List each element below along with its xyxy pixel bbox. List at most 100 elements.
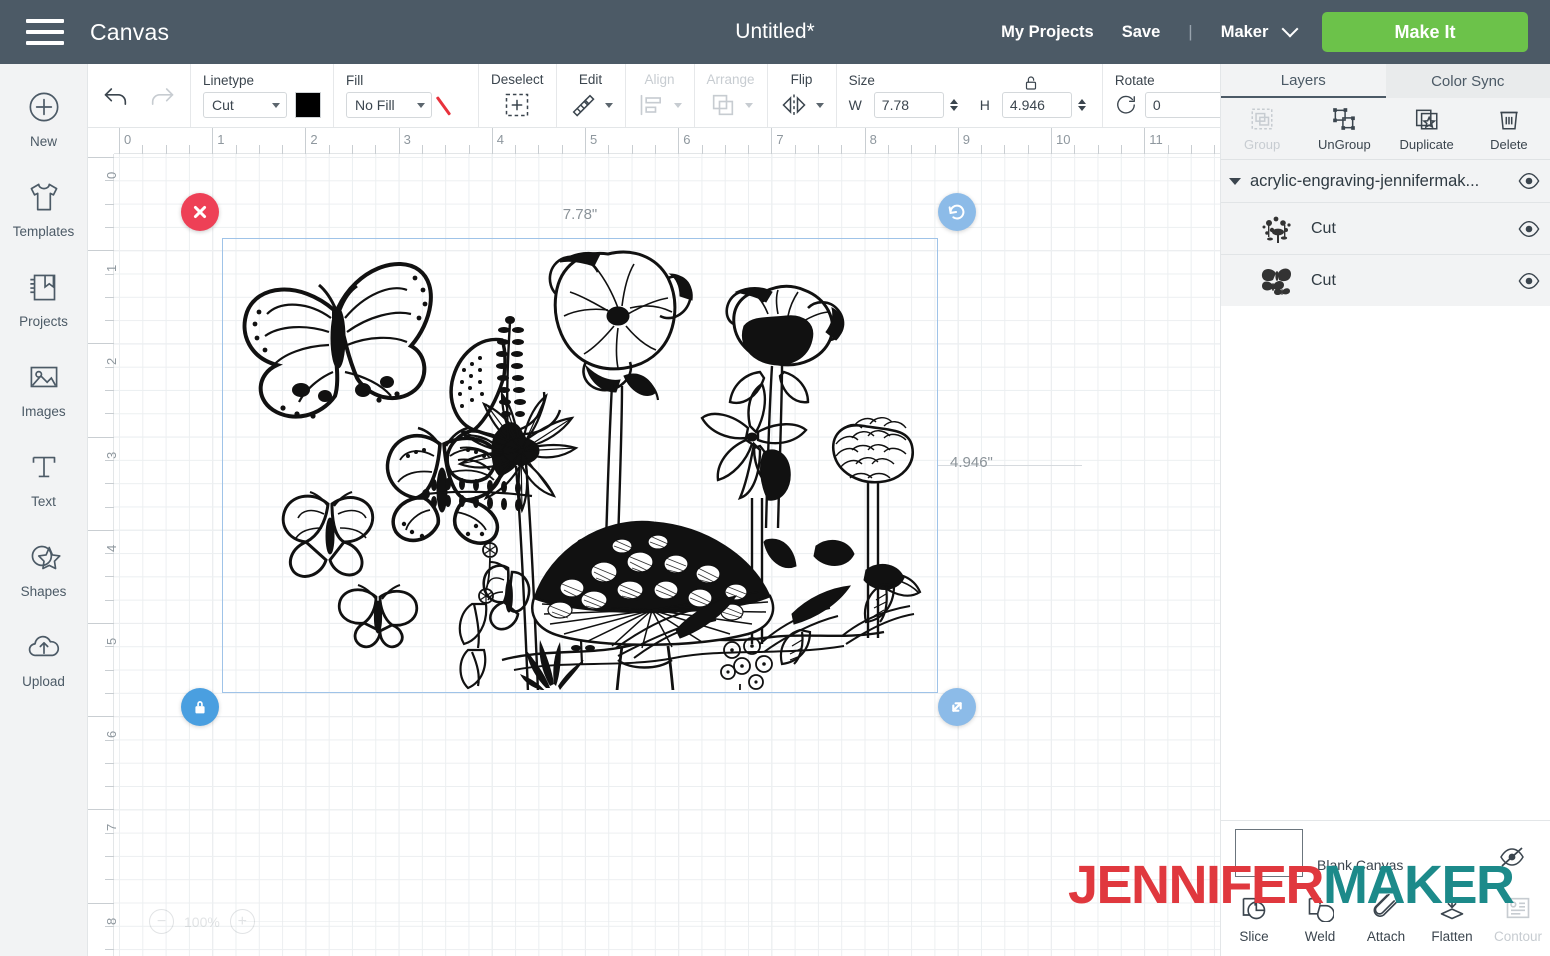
slice-label: Slice bbox=[1239, 929, 1269, 944]
ruler-major-tick bbox=[1051, 128, 1052, 154]
chevron-down-icon[interactable] bbox=[815, 102, 824, 108]
make-it-button[interactable]: Make It bbox=[1322, 12, 1528, 52]
fill-select[interactable]: No Fill bbox=[346, 92, 432, 118]
blank-canvas-thumbnail[interactable] bbox=[1235, 829, 1303, 877]
picture-icon bbox=[23, 356, 65, 398]
ruler-label: 4 bbox=[104, 544, 119, 552]
eye-icon[interactable] bbox=[1518, 272, 1540, 289]
contour-button[interactable]: Contour bbox=[1485, 880, 1550, 950]
deselect-icon[interactable] bbox=[503, 91, 531, 119]
attach-button[interactable]: Attach bbox=[1353, 880, 1419, 950]
height-stepper[interactable] bbox=[1077, 99, 1090, 111]
sidebar-item-images[interactable]: Images bbox=[0, 356, 88, 446]
linetype-select[interactable]: Cut bbox=[203, 92, 287, 118]
header-actions: My Projects Save | Maker Make It bbox=[987, 12, 1550, 52]
flatten-icon bbox=[1438, 894, 1466, 922]
rotate-input[interactable] bbox=[1144, 92, 1231, 118]
tab-layers[interactable]: Layers bbox=[1221, 64, 1386, 98]
ruler-label: 0 bbox=[104, 171, 119, 179]
size-label: Size bbox=[848, 73, 875, 88]
ruler-minor-tick bbox=[911, 145, 913, 154]
undo-icon[interactable] bbox=[102, 82, 130, 110]
ruler-minor-tick bbox=[105, 786, 114, 788]
tab-color-sync[interactable]: Color Sync bbox=[1385, 64, 1550, 98]
weld-button[interactable]: Weld bbox=[1287, 880, 1353, 950]
sidebar-item-label: Projects bbox=[19, 314, 68, 329]
linetype-label: Linetype bbox=[203, 73, 255, 88]
ruler-minor-tick bbox=[375, 145, 377, 154]
sidebar-item-shapes[interactable]: Shapes bbox=[0, 536, 88, 626]
ruler-label: 1 bbox=[217, 132, 225, 147]
width-input[interactable] bbox=[873, 92, 944, 118]
plus-circle-icon[interactable]: + bbox=[229, 909, 255, 934]
resize-handle[interactable] bbox=[938, 688, 976, 726]
ruler-minor-tick bbox=[421, 145, 423, 154]
eye-off-icon[interactable] bbox=[1499, 847, 1525, 867]
ruler-minor-tick bbox=[1027, 145, 1029, 154]
ruler-major-tick bbox=[678, 128, 680, 154]
duplicate-button[interactable]: Duplicate bbox=[1386, 98, 1468, 159]
tshirt-icon bbox=[23, 176, 65, 218]
group-button[interactable]: Group bbox=[1221, 98, 1303, 159]
sidebar-item-templates[interactable]: Templates bbox=[0, 176, 88, 266]
layer-row[interactable]: Cut bbox=[1221, 254, 1550, 306]
ruler-major-tick bbox=[864, 128, 866, 154]
width-stepper[interactable] bbox=[949, 99, 962, 111]
eye-icon[interactable] bbox=[1518, 173, 1540, 189]
layer-group-row[interactable]: acrylic-engraving-jennifermak... bbox=[1221, 160, 1550, 202]
butterflies-thumb bbox=[1259, 263, 1295, 299]
machine-selector[interactable]: Maker bbox=[1207, 22, 1304, 42]
blank-canvas-row[interactable]: Blank Canvas bbox=[1235, 829, 1403, 877]
no-fill-icon[interactable] bbox=[440, 92, 466, 118]
shapes-icon bbox=[23, 536, 65, 578]
ruler-minor-tick bbox=[468, 145, 470, 154]
sidebar-item-text[interactable]: Text bbox=[0, 446, 88, 536]
rotate-handle[interactable] bbox=[938, 193, 976, 231]
my-projects-link[interactable]: My Projects bbox=[987, 23, 1108, 42]
zoom-level-label: 100% bbox=[184, 913, 220, 930]
ruler-minor-tick bbox=[1097, 145, 1099, 154]
hamburger-menu-icon[interactable] bbox=[26, 19, 64, 45]
ruler-label: 10 bbox=[1056, 132, 1071, 147]
lock-aspect-icon[interactable] bbox=[1022, 74, 1040, 92]
header-divider: | bbox=[1188, 22, 1193, 41]
minus-circle-icon[interactable]: − bbox=[149, 909, 174, 934]
canvas-area[interactable]: 7.78" 4.946" − 100% + 0 1 2 3 4 5 6 7 8 … bbox=[88, 128, 1220, 956]
linetype-color-swatch[interactable] bbox=[295, 92, 321, 118]
sidebar-item-upload[interactable]: Upload bbox=[0, 626, 88, 716]
size-group: Size W H bbox=[837, 64, 1103, 127]
ruler-minor-tick bbox=[328, 145, 330, 154]
slice-button[interactable]: Slice bbox=[1221, 880, 1287, 950]
ruler-minor-tick bbox=[105, 390, 114, 391]
ruler-major-tick bbox=[1144, 128, 1146, 154]
lock-handle[interactable] bbox=[181, 688, 219, 726]
eye-icon[interactable] bbox=[1518, 220, 1540, 237]
chevron-down-icon[interactable] bbox=[1229, 177, 1241, 185]
delete-handle[interactable] bbox=[181, 193, 219, 231]
ruler-minor-tick bbox=[105, 879, 114, 881]
ruler-minor-tick bbox=[105, 203, 114, 205]
edit-icon[interactable] bbox=[569, 91, 597, 119]
edit-toolbar: Linetype Cut Fill No Fill Deselect Edit … bbox=[88, 64, 1339, 128]
layer-row[interactable]: Cut bbox=[1221, 202, 1550, 254]
ruler-minor-tick bbox=[105, 856, 114, 857]
ruler-label: 1 bbox=[104, 264, 119, 273]
ruler-minor-tick bbox=[105, 273, 114, 275]
sidebar-item-projects[interactable]: Projects bbox=[0, 266, 88, 356]
save-button[interactable]: Save bbox=[1108, 23, 1175, 42]
ungroup-button[interactable]: UnGroup bbox=[1303, 98, 1385, 159]
flatten-button[interactable]: Flatten bbox=[1419, 880, 1485, 950]
ruler-minor-tick bbox=[105, 576, 114, 578]
redo-icon[interactable] bbox=[148, 82, 176, 110]
selection-bounding-box[interactable] bbox=[222, 238, 938, 693]
layer-name: Cut bbox=[1311, 271, 1336, 289]
zoom-control[interactable]: − 100% + bbox=[149, 909, 255, 934]
canvas-grid[interactable]: 7.78" 4.946" − 100% + bbox=[114, 154, 1220, 956]
sidebar-item-new[interactable]: New bbox=[0, 86, 88, 176]
delete-button[interactable]: Delete bbox=[1468, 98, 1550, 159]
ruler-label: 6 bbox=[683, 132, 691, 147]
flip-icon[interactable] bbox=[780, 91, 808, 119]
chevron-down-icon[interactable] bbox=[604, 102, 613, 108]
height-input[interactable] bbox=[1001, 92, 1072, 118]
ruler-major-tick bbox=[88, 157, 114, 158]
